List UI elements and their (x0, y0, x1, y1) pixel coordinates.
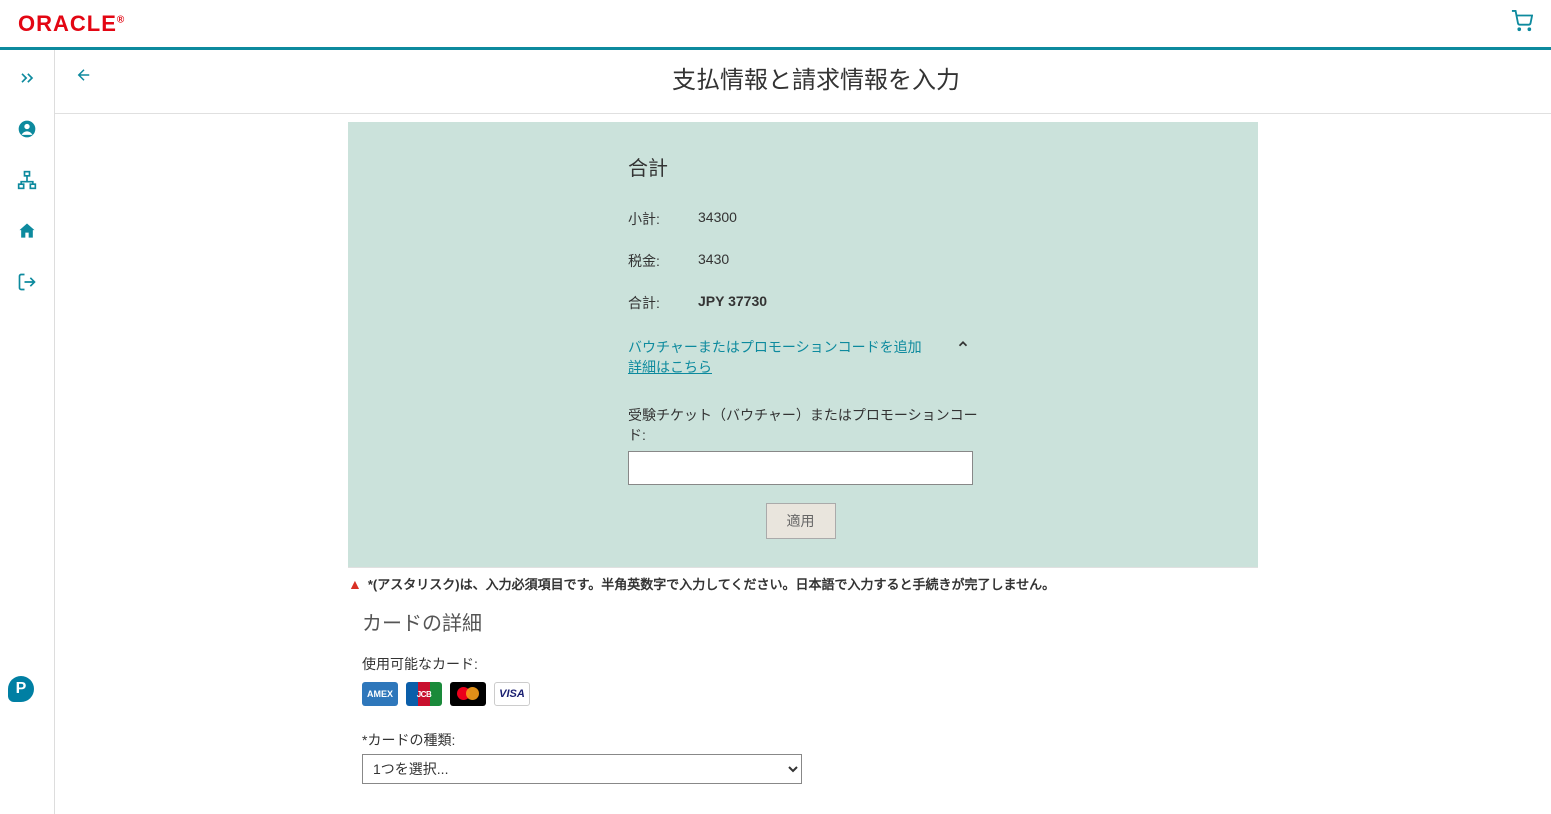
subtotal-label: 小計: (628, 209, 698, 229)
tax-value: 3430 (698, 251, 729, 271)
card-logo-visa: VISA (494, 682, 530, 706)
card-logo-mastercard (450, 682, 486, 706)
logo-registered: ® (117, 14, 125, 25)
card-type-select[interactable]: 1つを選択... (362, 754, 802, 784)
promo-input-label: 受験チケット（バウチャー）またはプロモーションコード: (628, 405, 978, 445)
warning-icon: ▲ (348, 576, 362, 592)
card-logo-jcb: JCB (406, 682, 442, 706)
summary-row-tax: 税金: 3430 (628, 251, 978, 271)
summary-row-subtotal: 小計: 34300 (628, 209, 978, 229)
promo-collapse-chevron[interactable] (948, 337, 978, 356)
summary-row-total: 合計: JPY 37730 (628, 293, 978, 313)
chevron-double-right-icon (17, 68, 37, 88)
card-section-title: カードの詳細 (362, 607, 1248, 636)
card-details-section: カードの詳細 使用可能なカード: AMEX JCB VISA *カードの種類: … (348, 595, 1258, 814)
promo-more-link[interactable]: 詳細はこちら (628, 357, 922, 377)
logout-icon (17, 272, 37, 292)
apply-button[interactable]: 適用 (766, 503, 836, 539)
card-logos-row: AMEX JCB VISA (362, 682, 1248, 706)
logo-text: ORACLE (18, 11, 117, 36)
sidebar-item-sitemap[interactable] (17, 170, 37, 195)
required-field-warning: ▲ *(アスタリスク)は、入力必須項目です。半角英数字で入力してください。日本語… (348, 568, 1258, 595)
pearson-letter: P (16, 680, 27, 698)
page-title: 支払情報と請求情報を入力 (97, 60, 1535, 95)
sidebar-item-logout[interactable] (17, 272, 37, 297)
content-container: 合計 小計: 34300 税金: 3430 合計: JPY 37730 (348, 122, 1258, 814)
home-icon (17, 221, 37, 241)
promo-toggle-text[interactable]: バウチャーまたはプロモーションコードを追加 (628, 339, 922, 355)
top-bar: ORACLE® (0, 0, 1551, 50)
card-type-label: *カードの種類: (362, 730, 1248, 750)
arrow-left-icon (75, 66, 93, 84)
sidebar-expand-button[interactable] (17, 68, 37, 93)
cart-icon (1511, 10, 1533, 32)
user-circle-icon (17, 119, 37, 139)
total-value: JPY 37730 (698, 293, 767, 313)
pearson-badge[interactable]: P (8, 676, 34, 702)
available-cards-label: 使用可能なカード: (362, 654, 1248, 674)
sitemap-icon (17, 170, 37, 190)
sidebar-item-profile[interactable] (17, 119, 37, 144)
warning-text: *(アスタリスク)は、入力必須項目です。半角英数字で入力してください。日本語で入… (368, 574, 1055, 593)
summary-title: 合計 (628, 152, 978, 181)
sidebar-item-home[interactable] (17, 221, 37, 246)
card-logo-amex: AMEX (362, 682, 398, 706)
order-summary-panel: 合計 小計: 34300 税金: 3430 合計: JPY 37730 (348, 122, 1258, 568)
subtotal-value: 34300 (698, 209, 737, 229)
main-content: 支払情報と請求情報を入力 合計 小計: 34300 税金: 3430 合計: (55, 50, 1551, 814)
tax-label: 税金: (628, 251, 698, 271)
total-label: 合計: (628, 293, 698, 313)
promo-code-input[interactable] (628, 451, 973, 485)
oracle-logo: ORACLE® (18, 11, 125, 37)
chevron-up-icon (956, 337, 970, 351)
promo-toggle-row: バウチャーまたはプロモーションコードを追加 詳細はこちら (628, 337, 978, 377)
cart-button[interactable] (1511, 10, 1533, 37)
back-button[interactable] (71, 62, 97, 93)
page-header: 支払情報と請求情報を入力 (55, 50, 1551, 114)
